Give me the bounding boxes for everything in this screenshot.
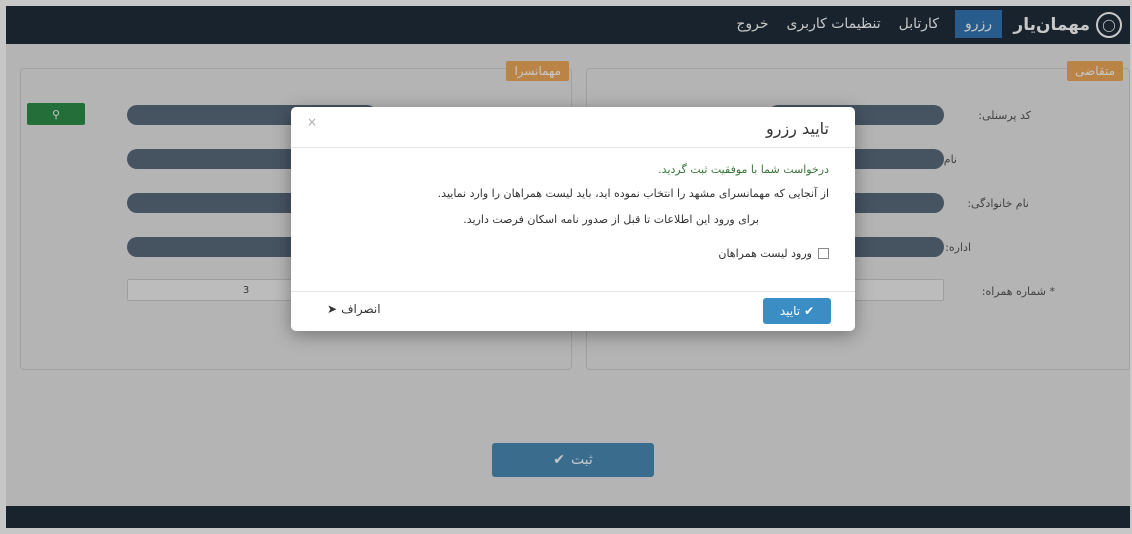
- companion-notice-line2: برای ورود این اطلاعات تا قبل از صدور نام…: [463, 213, 759, 226]
- check-icon: ✔: [804, 304, 815, 318]
- companion-list-option[interactable]: ورود لیست همراهان: [718, 247, 829, 260]
- confirm-label: تایید: [779, 304, 801, 318]
- close-icon[interactable]: ×: [307, 115, 317, 129]
- cancel-label: انصراف: [341, 302, 381, 316]
- exit-icon: ➤: [327, 302, 338, 316]
- confirm-button[interactable]: ✔ تایید: [763, 298, 831, 324]
- success-message: درخواست شما با موفقیت ثبت گردید.: [658, 163, 829, 176]
- companion-list-checkbox[interactable]: [818, 248, 829, 259]
- cancel-button[interactable]: انصراف ➤: [327, 302, 381, 316]
- dialog-title: تایید رزرو: [766, 119, 829, 138]
- dialog-footer-divider: [291, 291, 855, 292]
- dialog-header-divider: [291, 147, 855, 148]
- confirm-reservation-dialog: × تایید رزرو درخواست شما با موفقیت ثبت گ…: [291, 107, 855, 331]
- companion-notice-line1: از آنجایی که مهمانسرای مشهد را انتخاب نم…: [437, 187, 829, 200]
- companion-list-label: ورود لیست همراهان: [718, 247, 812, 260]
